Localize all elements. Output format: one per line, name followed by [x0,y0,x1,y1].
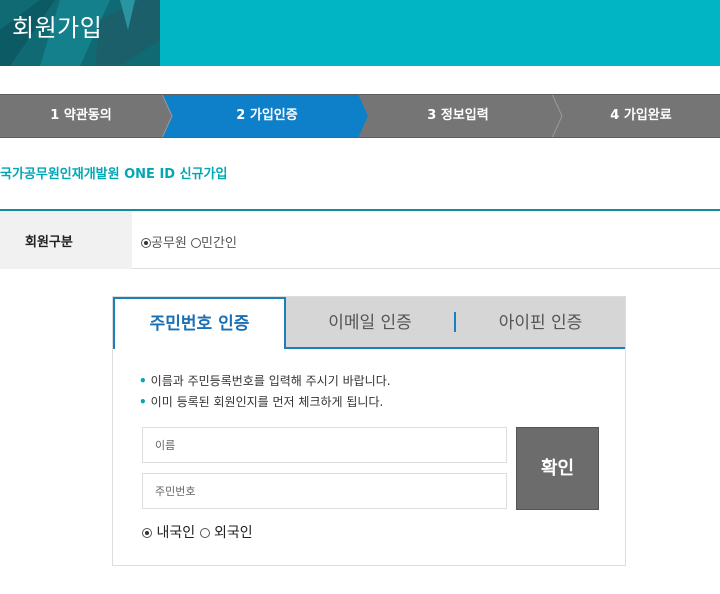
tab-ipin-auth[interactable]: 아이핀 인증 [456,297,625,349]
step-1: 1 약관동의 [50,108,112,123]
radio-civilian-label[interactable]: 민간인 [201,236,237,251]
section-title: 국가공무원인재개발원 ONE ID 신규가입 [0,167,228,182]
tab-underline [286,347,625,349]
step-2: 2 가입인증 [236,108,298,123]
signup-steps: 1 약관동의 2 가입인증 3 정보입력 4 가입완료 [0,94,720,138]
page-title: 회원가입 [12,14,103,42]
member-type-label-cell: 회원구분 [0,211,132,269]
step-4: 4 가입완료 [610,108,672,123]
radio-civilian[interactable] [191,238,202,248]
member-type-row: 회원구분 공무원 민간인 [0,209,720,269]
radio-foreigner-label[interactable]: 외국인 [214,525,253,541]
step-3: 3 정보입력 [427,108,489,123]
radio-foreigner[interactable] [199,528,210,538]
radio-domestic-label[interactable]: 내국인 [156,525,195,541]
tab-rrn-auth[interactable]: 주민번호 인증 [113,297,286,349]
name-input[interactable] [142,427,507,463]
radio-civil-servant-label[interactable]: 공무원 [151,236,187,251]
radio-civil-servant[interactable] [141,238,151,248]
confirm-button[interactable]: 확인 [516,427,599,510]
member-type-label: 회원구분 [25,235,73,250]
tab-email-auth[interactable]: 이메일 인증 [286,297,454,349]
rrn-input[interactable] [142,473,507,509]
auth-tabs: 주민번호 인증 이메일 인증 아이핀 인증 [113,297,625,349]
auth-panel: 주민번호 인증 이메일 인증 아이핀 인증 • 이름과 주민등록번호를 입력해 주… [112,296,626,566]
note-2: • 이미 등록된 회원인지를 먼저 체크하게 됩니다. [139,395,384,409]
radio-domestic[interactable] [142,528,152,538]
member-type-options: 공무원 민간인 [141,232,237,251]
note-1: • 이름과 주민등록번호를 입력해 주시기 바랍니다. [139,374,391,388]
nationality-options: 내국인 외국인 [142,522,253,542]
page-header: 회원가입 [0,0,720,66]
